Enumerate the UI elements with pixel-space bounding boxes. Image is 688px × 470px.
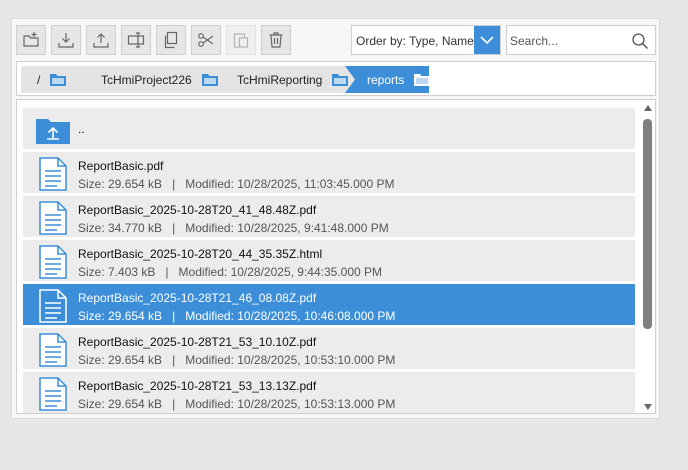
upload-icon: [93, 33, 109, 48]
cut-icon: [198, 33, 214, 47]
file-name: ReportBasic.pdf: [78, 159, 164, 173]
file-meta: Size: 7.403 kB | Modified: 10/28/2025, 9…: [78, 265, 382, 279]
file-modified: Modified: 10/28/2025, 9:41:48.000 PM: [185, 221, 389, 235]
breadcrumb-item-project[interactable]: TcHmiProject226: [75, 66, 223, 93]
scroll-up-arrow-icon[interactable]: [644, 105, 652, 111]
document-icon: [39, 377, 67, 411]
document-icon: [39, 157, 67, 191]
delete-icon: [269, 32, 283, 48]
search-box: [506, 25, 656, 55]
list-item[interactable]: ReportBasic_2025-10-28T20_44_35.35Z.html…: [23, 240, 635, 281]
list-item[interactable]: ReportBasic_2025-10-28T21_53_13.13Z.pdf …: [23, 372, 635, 413]
folder-up-icon: [36, 119, 70, 144]
chevron-down-icon: [480, 36, 494, 45]
new-folder-icon: [23, 32, 39, 47]
file-size: Size: 29.654 kB: [78, 353, 163, 367]
cut-button[interactable]: [191, 25, 221, 55]
document-icon: [39, 245, 67, 279]
breadcrumb-label: reports: [367, 72, 405, 87]
file-modified: Modified: 10/28/2025, 10:46:08.000 PM: [185, 309, 396, 323]
breadcrumb-label: /: [37, 72, 41, 87]
breadcrumb-label: TcHmiProject226: [101, 72, 192, 87]
file-modified: Modified: 10/28/2025, 9:44:35.000 PM: [178, 265, 383, 279]
vertical-scrollbar[interactable]: [640, 103, 656, 413]
document-icon: [39, 333, 67, 367]
meta-separator: |: [172, 309, 176, 323]
file-meta: Size: 29.654 kB | Modified: 10/28/2025, …: [78, 397, 395, 411]
meta-separator: |: [172, 353, 176, 367]
paste-icon: [233, 33, 249, 48]
file-name: ReportBasic_2025-10-28T20_44_35.35Z.html: [78, 247, 323, 261]
breadcrumb-item-reports[interactable]: reports: [345, 66, 431, 93]
file-name: ReportBasic_2025-10-28T21_46_08.08Z.pdf: [78, 291, 317, 305]
file-meta: Size: 29.654 kB | Modified: 10/28/2025, …: [78, 353, 395, 367]
file-name: ReportBasic_2025-10-28T21_53_10.10Z.pdf: [78, 335, 317, 349]
download-icon: [58, 33, 74, 48]
scroll-thumb[interactable]: [643, 119, 652, 329]
new-folder-button[interactable]: [16, 25, 46, 55]
meta-separator: |: [165, 265, 169, 279]
breadcrumb-label: TcHmiReporting: [237, 72, 323, 87]
file-meta: Size: 29.654 kB | Modified: 10/28/2025, …: [78, 309, 395, 323]
copy-icon: [164, 31, 178, 49]
document-icon: [39, 201, 67, 235]
rename-icon: [127, 32, 145, 48]
file-meta: Size: 34.770 kB | Modified: 10/28/2025, …: [78, 221, 389, 235]
file-size: Size: 7.403 kB: [78, 265, 156, 279]
file-modified: Modified: 10/28/2025, 11:03:45.000 PM: [185, 177, 395, 191]
file-size: Size: 29.654 kB: [78, 397, 163, 411]
list-item-parent-directory[interactable]: ..: [23, 108, 635, 149]
breadcrumb: / TcHmiProject226 TcHmiReporting reports: [16, 61, 656, 96]
file-name: ReportBasic_2025-10-28T20_41_48.48Z.pdf: [78, 203, 317, 217]
folder-icon: [332, 74, 349, 86]
list-item[interactable]: ReportBasic_2025-10-28T20_41_48.48Z.pdf …: [23, 196, 635, 237]
folder-icon: [201, 74, 218, 86]
file-meta: Size: 29.654 kB | Modified: 10/28/2025, …: [78, 177, 394, 191]
file-modified: Modified: 10/28/2025, 10:53:13.000 PM: [185, 397, 396, 411]
breadcrumb-item-reporting[interactable]: TcHmiReporting: [211, 66, 355, 93]
folder-icon: [50, 74, 67, 86]
rename-button[interactable]: [121, 25, 151, 55]
copy-button[interactable]: [156, 25, 186, 55]
file-size: Size: 29.654 kB: [78, 177, 163, 191]
upload-button[interactable]: [86, 25, 116, 55]
search-input[interactable]: [510, 32, 625, 50]
meta-separator: |: [172, 177, 176, 191]
dropdown-toggle[interactable]: [474, 26, 500, 54]
delete-button[interactable]: [261, 25, 291, 55]
list-item[interactable]: ReportBasic.pdf Size: 29.654 kB | Modifi…: [23, 152, 635, 193]
folder-icon: [414, 74, 431, 86]
order-by-label: Order by: Type, Name: [356, 34, 474, 48]
file-size: Size: 29.654 kB: [78, 309, 163, 323]
document-icon: [39, 289, 67, 323]
list-item-selected[interactable]: ReportBasic_2025-10-28T21_46_08.08Z.pdf …: [23, 284, 635, 325]
scroll-down-arrow-icon[interactable]: [644, 404, 652, 410]
toolbar: [16, 25, 291, 55]
meta-separator: |: [172, 397, 176, 411]
order-by-select[interactable]: Order by: Type, Name: [351, 25, 501, 55]
file-list: .. ReportBasic.pdf Size: 29.654 kB | Mod…: [16, 99, 656, 414]
meta-separator: |: [172, 221, 176, 235]
file-name: ReportBasic_2025-10-28T21_53_13.13Z.pdf: [78, 379, 317, 393]
file-modified: Modified: 10/28/2025, 10:53:10.000 PM: [185, 353, 396, 367]
parent-directory-label: ..: [78, 122, 85, 136]
file-size: Size: 34.770 kB: [78, 221, 163, 235]
paste-button[interactable]: [226, 25, 256, 55]
search-icon[interactable]: [631, 32, 649, 50]
list-item[interactable]: ReportBasic_2025-10-28T21_53_10.10Z.pdf …: [23, 328, 635, 369]
download-button[interactable]: [51, 25, 81, 55]
